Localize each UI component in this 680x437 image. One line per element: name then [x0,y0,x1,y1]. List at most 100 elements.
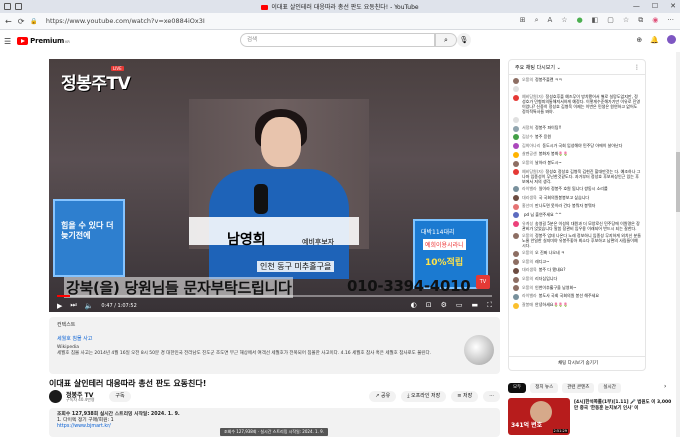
notifications-icon[interactable]: 🔔 [650,36,659,44]
maximize-icon[interactable]: ☐ [652,2,658,10]
chat-text: 국 국회의원봉봉보고 싶습니다 [538,194,590,200]
hamburger-icon[interactable]: ☰ [4,37,11,46]
autoplay-toggle-icon[interactable]: ◐ [411,301,417,310]
chat-avatar[interactable] [513,221,519,228]
search-input[interactable]: 검색 [240,33,435,47]
chat-avatar[interactable] [513,293,519,300]
live-chat-replay: 주요 채팅 다시보기 ⌄ ⋮ 오풍의 정봉주플랜 ㅋㅋ 예비당원(자) 정성호후플 예즈… [508,59,646,371]
tab-title[interactable]: 이대표 살인테러 대응따라 총선 판도 요동친다! - YouTube [0,2,680,11]
live-badge: LIVE [111,66,124,71]
chat-avatar[interactable] [513,276,519,283]
youtube-logo[interactable]: Premium KR [17,37,70,45]
chip-live[interactable]: 실시간 [598,383,621,393]
lock-icon[interactable]: 🔒 [30,18,37,25]
mic-icon[interactable]: 🎙 [457,33,471,47]
browser-titlebar: 이대표 살인테러 대응따라 총선 판도 요동친다! - YouTube — ☐ … [0,0,680,13]
reload-icon[interactable]: ⟳ [18,17,25,26]
channel-avatar[interactable] [49,390,62,403]
chat-avatar[interactable] [513,77,519,84]
page-scrollbar[interactable] [676,52,680,437]
miniplayer-icon[interactable]: ▭ [456,301,463,310]
save-button[interactable]: ≡ 저장 [451,391,479,402]
subscribe-button[interactable]: 구독 [109,391,131,402]
progress-bar[interactable] [57,295,492,297]
chat-text: 봉주 다 됐내요? [538,267,566,273]
back-icon[interactable]: ← [5,17,12,26]
settings-icon[interactable]: ⚙ [441,301,447,310]
fullscreen-icon[interactable]: ⛶ [487,301,492,310]
chat-more-icon[interactable]: ⋮ [634,64,640,71]
next-icon[interactable]: ⏭ [70,301,76,310]
scrollbar-thumb[interactable] [676,152,680,212]
read-aloud-icon[interactable]: A [547,16,552,25]
video-player[interactable]: 힘을 수 있다 더 늦기전에 대박114대리 예희이용시라니 10%적립 정봉주… [49,59,500,312]
profile-icon[interactable]: ◉ [652,16,658,25]
subtitles-icon[interactable]: ⊡ [426,301,432,310]
chat-message: 서정희 정봉주 파이팅!! [513,125,641,132]
youtube-favicon-icon [261,5,269,10]
chat-avatar[interactable] [513,302,519,309]
chat-avatar[interactable] [513,94,519,101]
grid-icon[interactable]: ⊞ [520,16,526,25]
context-link[interactable]: 세월호 침몰 사고 [57,335,92,342]
search-icon[interactable]: ⌕ [435,33,457,47]
theater-icon[interactable]: ▬ [471,301,478,310]
recommended-title[interactable]: [4시]한석쪽롤(1부)[1.11] 🎤 법원도 이 3,000만 중국 '한동… [574,400,674,412]
chat-avatar[interactable] [513,169,519,176]
chat-avatar[interactable] [513,186,519,193]
extension-green-icon[interactable]: ● [577,16,583,25]
chat-message: 홍선미 만나도면 못이라 건다 봉뭐자 봉뭐자 [513,203,641,210]
chat-avatar[interactable] [513,143,519,150]
collections-icon[interactable]: ⧉ [638,16,643,25]
chat-avatar[interactable] [513,212,519,219]
progress-fill [57,295,71,297]
chat-author: 오풍의 [522,258,534,264]
chat-author: 라이밸라 [522,185,537,191]
chip-politics[interactable]: 정치 뉴스 [530,383,559,393]
chat-avatar[interactable] [513,86,519,93]
chat-header[interactable]: 주요 채팅 다시보기 ⌄ ⋮ [509,60,645,75]
zoom-icon[interactable]: ⌕ [535,16,539,25]
chat-avatar[interactable] [513,125,519,132]
url-field[interactable]: https://www.youtube.com/watch?v=xe0884iO… [46,17,205,25]
share-button[interactable]: ↗ 공유 [369,391,397,402]
download-button[interactable]: ⤓ 오프라인 저장 [401,391,447,402]
recommended-thumbnail[interactable]: 341억 변호 2:51:29 [508,398,570,435]
volume-icon[interactable]: 🔈 [85,302,94,310]
thumbnail-text: 341억 변호 [511,422,543,429]
chat-avatar[interactable] [513,134,519,141]
close-icon[interactable]: ✕ [670,2,676,10]
avatar[interactable] [667,35,676,44]
chip-all[interactable]: 모두 [508,383,527,393]
chat-author: 김상수 [522,133,534,139]
chat-avatar[interactable] [513,233,519,240]
extension-icon[interactable]: ◧ [592,16,599,25]
chat-avatar[interactable] [513,285,519,292]
recommended-video[interactable]: 341억 변호 2:51:29 [4시]한석쪽롤(1부)[1.11] 🎤 법원도… [508,398,680,437]
speaker-face [261,117,301,167]
play-icon[interactable]: ▶ [57,302,62,310]
chat-message [513,117,641,124]
chat-avatar[interactable] [513,259,519,266]
chat-avatar[interactable] [513,267,519,274]
chat-text: 봉도사 국회 국회의원 봉선 해주세요 [538,293,600,299]
more-actions-button[interactable]: ··· [483,391,500,402]
chat-avatar[interactable] [513,151,519,158]
chip-next-icon[interactable]: › [664,383,666,390]
create-icon[interactable]: ⊕ [636,36,642,44]
chat-avatar[interactable] [513,195,519,202]
chat-author: 라이밸라 [522,293,537,299]
chat-avatar[interactable] [513,160,519,167]
chat-avatar[interactable] [513,250,519,257]
favorites-bar-icon[interactable]: ☆ [623,16,629,25]
description-link[interactable]: https://www.bjmart.kr/ [57,424,111,429]
hide-chat-button[interactable]: 채팅 다시보기 숨기기 [509,356,645,370]
chip-related[interactable]: 관련 콘텐츠 [562,383,595,393]
split-screen-icon[interactable]: ▢ [607,16,614,25]
chat-avatar[interactable] [513,203,519,210]
chat-text: 만나도면 못이라 건다 봉뭐자 봉뭐자 [535,203,596,209]
more-icon[interactable]: ··· [667,16,674,25]
chat-avatar[interactable] [513,117,519,124]
minimize-icon[interactable]: — [633,2,640,10]
favorite-icon[interactable]: ☆ [561,16,567,25]
